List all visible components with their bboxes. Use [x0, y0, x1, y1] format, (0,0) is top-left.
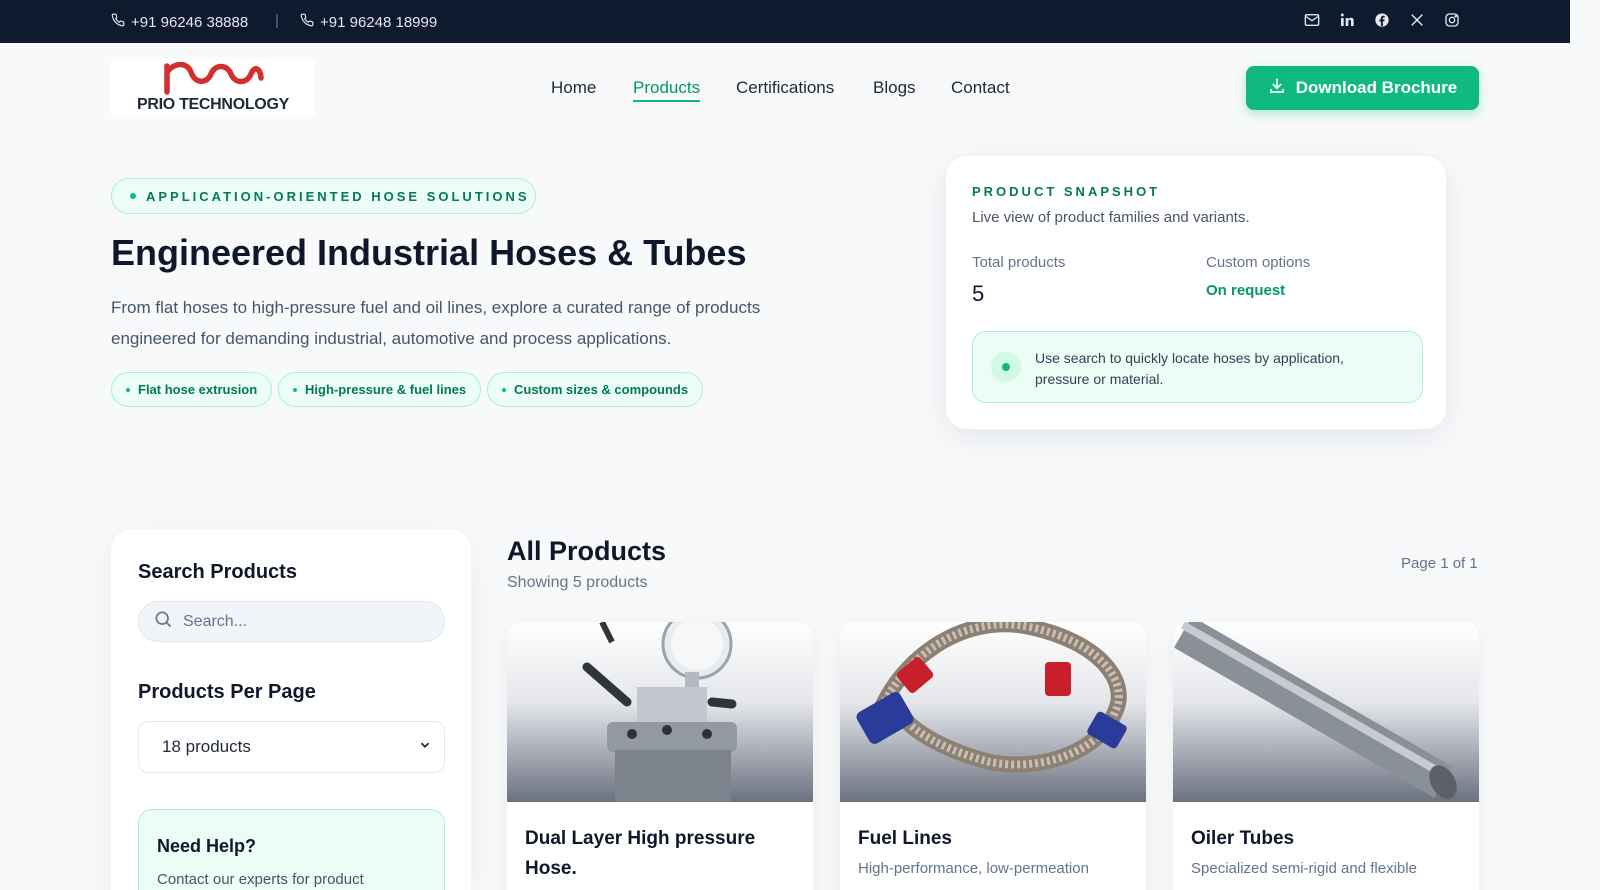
- product-card[interactable]: Dual Layer High pressure Hose.: [507, 622, 813, 890]
- chip-dot-icon: [293, 387, 297, 392]
- chevron-down-icon: [418, 737, 432, 757]
- phone-number-2: +91 96248 18999: [320, 13, 438, 31]
- page-title: Engineered Industrial Hoses & Tubes: [111, 232, 747, 273]
- snapshot-label: PRODUCT SNAPSHOT: [972, 184, 1161, 199]
- phone-link-1[interactable]: +91 96246 38888: [111, 13, 248, 31]
- x-icon[interactable]: [1409, 12, 1425, 28]
- per-page-select[interactable]: 18 products: [138, 721, 445, 773]
- product-card[interactable]: Oiler Tubes Specialized semi-rigid and f…: [1173, 622, 1479, 890]
- product-title[interactable]: Dual Layer High pressure Hose.: [525, 824, 795, 884]
- pressure-vessel-illustration: [582, 622, 737, 802]
- braided-hose-illustration: [856, 622, 1127, 773]
- download-brochure-button[interactable]: Download Brochure: [1246, 66, 1479, 110]
- search-box[interactable]: [138, 601, 445, 642]
- total-products-label: Total products: [972, 254, 1066, 271]
- chip-dot-icon: [126, 387, 130, 392]
- products-heading: All Products: [507, 536, 667, 566]
- phone-icon: [300, 13, 314, 31]
- phone-icon: [111, 13, 125, 31]
- logo-text: PRIO TECHNOLOGY: [137, 96, 289, 113]
- nav-products[interactable]: Products: [633, 78, 701, 102]
- product-image: [1173, 622, 1479, 802]
- company-logo[interactable]: PRIO TECHNOLOGY: [111, 60, 315, 116]
- filter-sidebar: Search Products Products Per Page 18 pro…: [111, 529, 471, 890]
- product-title[interactable]: Oiler Tubes: [1191, 824, 1461, 854]
- page-scrollbar[interactable]: [1570, 0, 1600, 890]
- chip-label: High-pressure & fuel lines: [305, 382, 467, 397]
- logo-mark-icon: [164, 62, 264, 95]
- snapshot-subtitle: Live view of product families and varian…: [972, 209, 1250, 226]
- help-box: Need Help? Contact our experts for produ…: [138, 809, 445, 890]
- nav-contact[interactable]: Contact: [951, 78, 1010, 98]
- per-page-value: 18 products: [162, 737, 251, 756]
- facebook-icon[interactable]: [1374, 12, 1390, 28]
- total-products-value: 5: [972, 281, 985, 306]
- oiler-tube-illustration: [1174, 622, 1457, 799]
- feature-chip: Custom sizes & compounds: [487, 372, 704, 407]
- product-description: High-performance, low-permeation: [858, 860, 1089, 877]
- top-contact-bar: +91 96246 38888 | +91 96248 18999: [0, 0, 1600, 43]
- feature-chip: Flat hose extrusion: [111, 372, 273, 407]
- hero-tag-text: APPLICATION-ORIENTED HOSE SOLUTIONS: [146, 188, 530, 204]
- linkedin-icon[interactable]: [1339, 12, 1355, 28]
- chip-dot-icon: [502, 387, 506, 392]
- search-tip: Use search to quickly locate hoses by ap…: [972, 331, 1423, 403]
- phone-link-2[interactable]: +91 96248 18999: [300, 13, 437, 31]
- search-input[interactable]: [183, 612, 423, 631]
- phone-number-1: +91 96246 38888: [131, 13, 249, 31]
- product-description: Specialized semi-rigid and flexible: [1191, 860, 1417, 877]
- hero-description: From flat hoses to high-pressure fuel an…: [111, 298, 761, 348]
- phone-separator: |: [275, 12, 279, 29]
- nav-home[interactable]: Home: [551, 78, 596, 98]
- help-text: Contact our experts for product: [157, 871, 364, 888]
- product-card[interactable]: Fuel Lines High-performance, low-permeat…: [840, 622, 1146, 890]
- tag-dot-icon: [130, 193, 136, 199]
- instagram-icon[interactable]: [1444, 12, 1460, 28]
- hero-tag: APPLICATION-ORIENTED HOSE SOLUTIONS: [111, 178, 536, 214]
- mail-icon[interactable]: [1304, 12, 1320, 28]
- search-icon: [153, 609, 173, 634]
- help-heading: Need Help?: [157, 836, 257, 856]
- nav-blogs[interactable]: Blogs: [873, 78, 916, 98]
- custom-options-label: Custom options: [1206, 254, 1311, 271]
- per-page-heading: Products Per Page: [138, 681, 316, 703]
- product-image: [840, 622, 1146, 802]
- product-snapshot-card: PRODUCT SNAPSHOT Live view of product fa…: [945, 155, 1447, 430]
- search-tip-text: Use search to quickly locate hoses by ap…: [1035, 350, 1344, 387]
- search-heading: Search Products: [138, 561, 297, 583]
- chip-label: Custom sizes & compounds: [514, 382, 689, 397]
- download-icon: [1268, 77, 1286, 100]
- chip-label: Flat hose extrusion: [138, 382, 258, 397]
- custom-options-value: On request: [1206, 282, 1286, 299]
- social-links: [1304, 12, 1460, 28]
- page-indicator: Page 1 of 1: [1401, 555, 1478, 572]
- feature-chip: High-pressure & fuel lines: [278, 372, 482, 407]
- product-title[interactable]: Fuel Lines: [858, 824, 1128, 854]
- download-brochure-label: Download Brochure: [1295, 78, 1458, 97]
- product-image: [507, 622, 813, 802]
- nav-certifications[interactable]: Certifications: [736, 78, 834, 98]
- status-dot-icon: [991, 352, 1021, 382]
- products-count: Showing 5 products: [507, 574, 648, 591]
